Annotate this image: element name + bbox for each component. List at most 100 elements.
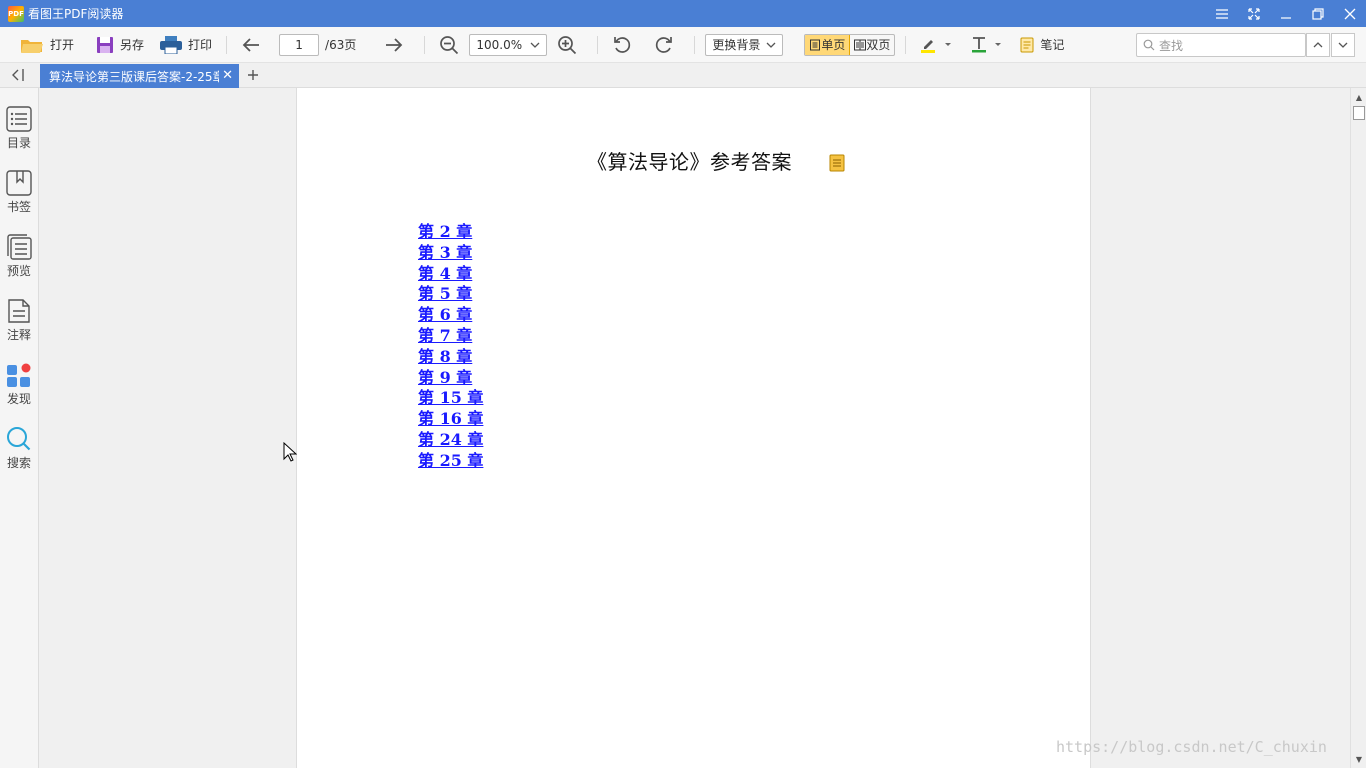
chapter-link[interactable]: 第 5 章 [418, 284, 472, 303]
chapter-link[interactable]: 第 9 章 [418, 368, 472, 387]
arrow-right-icon [386, 37, 403, 52]
previous-page-button[interactable] [237, 31, 271, 59]
chapter-link[interactable]: 第 4 章 [418, 264, 472, 283]
restore-icon[interactable] [1302, 0, 1334, 27]
watermark: https://blog.csdn.net/C_chuxin [1056, 738, 1327, 756]
chapter-link[interactable]: 第 15 章 [418, 388, 483, 407]
sidebar-item-label: 搜索 [6, 456, 31, 470]
sidebar-item-label: 发现 [6, 392, 31, 406]
chapter-list: 第 2 章第 3 章第 4 章第 5 章第 6 章第 7 章第 8 章第 9 章… [418, 222, 483, 472]
chapter-link[interactable]: 第 6 章 [418, 305, 472, 324]
sidebar-item-toc[interactable]: 目录 [0, 106, 38, 162]
zoom-out-button[interactable] [435, 31, 469, 59]
single-page-button[interactable]: 单页 [805, 34, 851, 55]
vertical-scrollbar[interactable]: ▲ ▼ [1350, 88, 1366, 768]
list-item: 第 7 章 [418, 326, 483, 347]
open-button[interactable]: 打开 [16, 31, 78, 59]
chapter-link[interactable]: 第 3 章 [418, 243, 472, 262]
arrow-left-icon [242, 37, 260, 52]
scroll-thumb[interactable] [1353, 106, 1365, 120]
single-page-icon [810, 39, 821, 50]
collapse-left-icon [12, 69, 24, 81]
separator [424, 35, 426, 54]
chapter-link[interactable]: 第 7 章 [418, 326, 472, 345]
folder-icon [21, 39, 43, 53]
bookmark-icon [6, 170, 32, 196]
document-tab[interactable]: 算法导论第三版课后答案-2-25章 ✕ [40, 64, 239, 88]
separator [694, 35, 696, 54]
save-icon [97, 36, 114, 53]
sidebar-item-label: 目录 [6, 136, 31, 150]
chapter-link[interactable]: 第 8 章 [418, 347, 472, 366]
search-next-button[interactable] [1331, 33, 1355, 57]
tab-label: 算法导论第三版课后答案-2-25章 [49, 69, 219, 84]
rotate-left-button[interactable] [608, 31, 642, 59]
rotate-left-icon [614, 36, 631, 53]
chapter-link[interactable]: 第 24 章 [418, 430, 483, 449]
mouse-cursor-icon [283, 442, 297, 462]
chapter-link[interactable]: 第 25 章 [418, 451, 483, 470]
save-as-label: 另存 [120, 38, 145, 52]
minimize-icon[interactable] [1270, 0, 1302, 27]
zoom-in-button[interactable] [553, 31, 587, 59]
notes-button[interactable]: 笔记 [1016, 31, 1068, 59]
background-select[interactable]: 更换背景 [705, 33, 784, 56]
page-number-input[interactable]: 1 [279, 33, 320, 56]
title-bar: PDF 看图王PDF阅读器 [0, 0, 1366, 27]
chapter-link[interactable]: 第 16 章 [418, 409, 483, 428]
menu-icon[interactable] [1206, 0, 1238, 27]
search-icon [7, 427, 31, 451]
list-item: 第 3 章 [418, 243, 483, 264]
print-button[interactable]: 打印 [156, 31, 216, 59]
sidebar-item-annotations[interactable]: 注释 [0, 298, 38, 354]
chapter-link[interactable]: 第 2 章 [418, 222, 472, 241]
sidebar-item-discover[interactable]: 发现 [0, 362, 38, 418]
single-page-label: 单页 [821, 38, 846, 52]
list-item: 第 4 章 [418, 264, 483, 285]
list-item: 第 2 章 [418, 222, 483, 243]
tab-bar: 算法导论第三版课后答案-2-25章 ✕ [0, 63, 1366, 88]
zoom-in-icon [558, 35, 577, 54]
chevron-up-icon [1313, 42, 1323, 48]
search-previous-button[interactable] [1306, 33, 1330, 57]
chevron-down-icon [1338, 42, 1348, 48]
zoom-select[interactable]: 100.0% [469, 33, 548, 56]
next-page-button[interactable] [380, 31, 414, 59]
highlight-button[interactable] [916, 31, 956, 59]
separator [226, 35, 228, 54]
text-tool-icon [972, 36, 987, 52]
open-label: 打开 [50, 38, 75, 52]
tab-close-icon[interactable]: ✕ [222, 68, 233, 83]
sidebar-item-preview[interactable]: 预览 [0, 234, 38, 290]
search-placeholder: 查找 [1159, 38, 1184, 53]
close-icon[interactable] [1334, 0, 1366, 27]
separator [905, 35, 907, 54]
sidebar-item-search[interactable]: 搜索 [0, 426, 38, 482]
caret-down-icon [945, 43, 952, 46]
chevron-down-icon [530, 42, 540, 48]
apps-icon [7, 363, 31, 387]
document-page: 《算法导论》参考答案 第 2 章第 3 章第 4 章第 5 章第 6 章第 7 … [296, 88, 1091, 768]
total-pages-label: /63页 [325, 38, 357, 52]
rotate-right-button[interactable] [650, 31, 684, 59]
right-gutter [1091, 88, 1350, 768]
sidebar-item-label: 预览 [6, 264, 31, 278]
fullscreen-icon[interactable] [1238, 0, 1270, 27]
zoom-out-icon [440, 35, 459, 54]
sidebar-item-bookmarks[interactable]: 书签 [0, 170, 38, 226]
text-color-button[interactable] [966, 31, 1006, 59]
list-item: 第 8 章 [418, 347, 483, 368]
chevron-down-icon [766, 42, 776, 48]
search-icon [1143, 39, 1155, 51]
search-input[interactable]: 查找 [1136, 33, 1306, 57]
add-tab-button[interactable] [244, 66, 262, 84]
window-controls [1206, 0, 1366, 27]
note-annotation-icon[interactable] [829, 154, 845, 172]
view-mode-group: 单页 双页 [804, 33, 896, 56]
scroll-down-icon[interactable]: ▼ [1351, 752, 1366, 766]
save-as-button[interactable]: 另存 [92, 31, 148, 59]
collapse-sidebar-button[interactable] [8, 67, 28, 83]
scroll-up-icon[interactable]: ▲ [1351, 90, 1366, 104]
main-toolbar: 打开 另存 打印 1 /63页 100.0% 更换背景 单页 双页 笔记 查找 [0, 27, 1366, 63]
double-page-button[interactable]: 双页 [850, 35, 894, 55]
